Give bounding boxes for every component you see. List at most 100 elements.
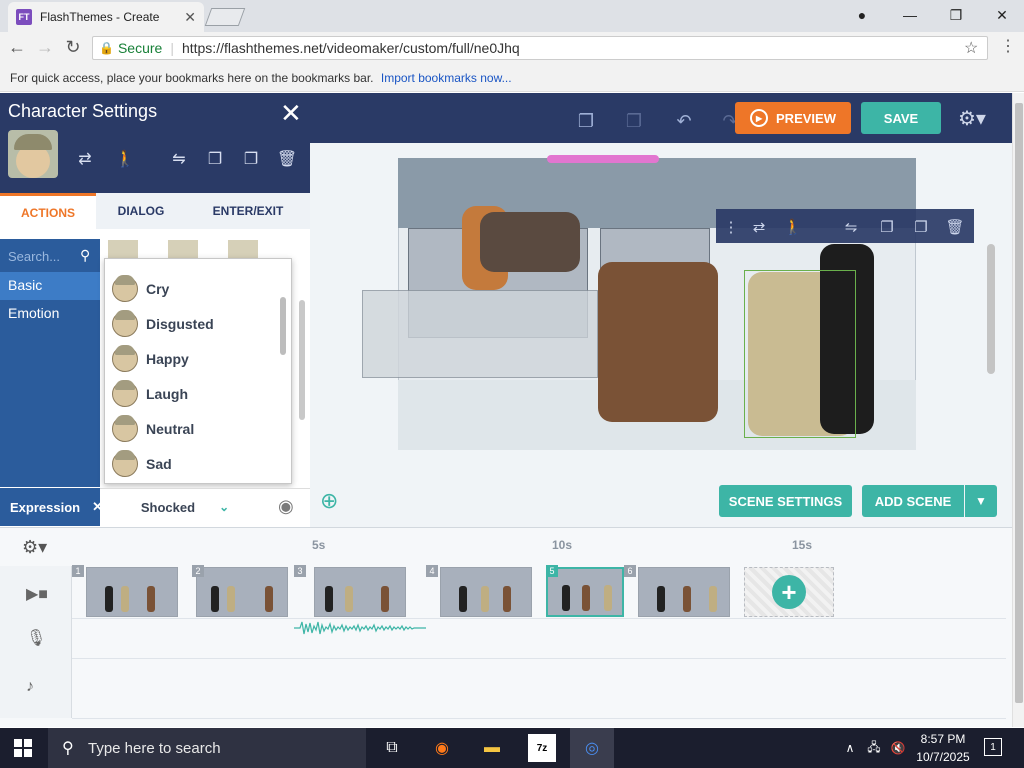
back-icon[interactable]: ←	[6, 36, 28, 58]
volume-muted-icon[interactable]: 🔇	[884, 734, 912, 762]
notifications-icon[interactable]: 1	[984, 738, 1002, 756]
undo-icon[interactable]: ↶	[672, 109, 696, 133]
page-scrollbar[interactable]	[1012, 93, 1024, 727]
windows-start-icon[interactable]	[14, 739, 32, 757]
tab-enter-exit[interactable]: ENTER/EXIT	[186, 193, 310, 229]
tab-actions[interactable]: ACTIONS	[0, 193, 96, 229]
file-explorer-icon[interactable]: ▬	[478, 734, 506, 762]
scene-number: 4	[426, 565, 438, 577]
character-avatar[interactable]	[8, 130, 58, 178]
firefox-icon[interactable]: ◉	[428, 734, 456, 762]
forward-icon[interactable]: →	[34, 36, 56, 58]
character-cat[interactable]	[480, 212, 580, 272]
scene-thumbnail[interactable]	[440, 567, 532, 617]
trash-icon[interactable]: 🗑	[944, 216, 966, 238]
search-icon: ⚲	[62, 740, 74, 757]
reload-icon[interactable]: ↻	[62, 36, 84, 58]
scene-settings-button[interactable]: SCENE SETTINGS	[719, 485, 852, 517]
browser-menu-icon[interactable]: ⋮	[1000, 36, 1016, 56]
character-settings-title: Character Settings	[8, 101, 158, 121]
tab-close-icon[interactable]: ✕	[184, 9, 196, 26]
import-bookmarks-link[interactable]: Import bookmarks now...	[381, 71, 512, 85]
delete-char-icon[interactable]: 🗑	[274, 146, 300, 172]
audio-waveform[interactable]	[294, 620, 426, 636]
copy-icon[interactable]: ❐	[574, 109, 598, 133]
scene-thumbnail[interactable]	[314, 567, 406, 617]
page-scrollbar-thumb[interactable]	[1015, 103, 1023, 703]
copy-char-icon[interactable]: ❐	[202, 146, 228, 172]
panel-close-icon[interactable]: ✕	[280, 98, 302, 129]
expression-option[interactable]: Neutral	[112, 413, 272, 445]
url-separator: |	[170, 40, 174, 56]
url-input[interactable]: 🔒 Secure | https://flashthemes.net/video…	[92, 36, 988, 60]
deli-counter[interactable]	[362, 290, 598, 378]
expression-option[interactable]: Disgusted	[112, 308, 272, 340]
chrome-icon[interactable]: ◎	[570, 728, 614, 768]
category-basic[interactable]: Basic	[0, 272, 100, 300]
expression-tag[interactable]: Expression ✕	[0, 488, 103, 526]
scene-number: 5	[546, 565, 558, 577]
window-close-button[interactable]: ✕	[982, 4, 1022, 26]
swap-character-icon[interactable]: ⇄	[748, 216, 770, 238]
panel-scrollbar[interactable]	[299, 300, 305, 420]
add-scene-button[interactable]: ADD SCENE	[862, 485, 964, 517]
taskbar-search[interactable]: ⚲ Type here to search	[48, 728, 366, 768]
play-icon: ▶	[750, 109, 769, 127]
timeline-mark: 10s	[552, 538, 573, 552]
scene-thumbnail[interactable]	[86, 567, 178, 617]
stage-scrollbar[interactable]	[987, 244, 995, 374]
browser-tab[interactable]: FT FlashThemes - Create ✕	[8, 2, 204, 32]
change-character-icon[interactable]: ⇄	[72, 146, 98, 172]
add-scene-dropdown-icon[interactable]: ▼	[965, 485, 997, 517]
flip-character-icon[interactable]: ⇋	[166, 146, 192, 172]
selection-box[interactable]	[744, 270, 856, 438]
expression-option[interactable]: Sad	[112, 448, 272, 480]
walk-path-icon[interactable]: 🚶	[112, 146, 138, 172]
category-emotion[interactable]: Emotion	[0, 300, 100, 328]
new-tab-button[interactable]	[204, 8, 246, 26]
expression-select[interactable]: Shocked ⌄	[100, 488, 270, 526]
url-text: https://flashthemes.net/videomaker/custo…	[181, 40, 520, 56]
save-button[interactable]: SAVE	[861, 102, 941, 134]
track-divider	[72, 718, 1006, 719]
tab-dialog[interactable]: DIALOG	[96, 193, 186, 229]
zoom-in-icon[interactable]: ⊕	[320, 488, 338, 514]
track-divider	[72, 618, 1006, 619]
taskbar-search-placeholder: Type here to search	[88, 739, 221, 757]
eye-icon[interactable]: ◉	[278, 496, 294, 517]
settings-gear-icon[interactable]: ⚙▾	[958, 106, 986, 131]
walk-icon[interactable]: 🚶	[782, 216, 804, 238]
avatar-icon	[112, 275, 138, 302]
taskbar-clock[interactable]: 8:57 PM 10/7/2025	[912, 730, 974, 766]
paste-icon[interactable]: ❐	[622, 109, 646, 133]
add-scene-slot[interactable]: +	[744, 567, 834, 617]
dropdown-scrollbar[interactable]	[280, 297, 286, 355]
expression-option[interactable]: Happy	[112, 343, 272, 375]
expression-label: Expression	[10, 499, 81, 515]
profile-icon[interactable]: ●	[842, 4, 882, 26]
copy-character-icon[interactable]: ❐	[876, 216, 898, 238]
scene-thumbnail[interactable]	[638, 567, 730, 617]
bookmark-star-icon[interactable]: ☆	[964, 38, 978, 58]
character-robber[interactable]	[598, 262, 718, 422]
search-icon[interactable]: ⚲	[80, 247, 90, 264]
duplicate-icon[interactable]: ❐	[910, 216, 932, 238]
task-view-icon[interactable]: ⧉	[378, 734, 406, 762]
paste-char-icon[interactable]: ❐	[238, 146, 264, 172]
expression-option[interactable]: Laugh	[112, 378, 272, 410]
expression-option[interactable]: Cry	[112, 273, 272, 305]
avatar-icon	[112, 380, 138, 407]
avatar-icon	[112, 310, 138, 337]
scene-progress-bar	[547, 155, 659, 163]
drag-handle-icon[interactable]: ⋮	[720, 216, 742, 238]
7zip-icon[interactable]: 7z	[528, 734, 556, 762]
flip-icon[interactable]: ⇋	[840, 216, 862, 238]
preview-button[interactable]: ▶ PREVIEW	[735, 102, 851, 134]
restore-button[interactable]: ❐	[936, 4, 976, 26]
minimize-button[interactable]: —	[890, 4, 930, 26]
scene-thumbnail[interactable]	[196, 567, 288, 617]
avatar-icon	[112, 450, 138, 477]
scene-number: 2	[192, 565, 204, 577]
scene-number: 6	[624, 565, 636, 577]
timeline-gear-icon[interactable]: ⚙▾	[22, 537, 47, 558]
